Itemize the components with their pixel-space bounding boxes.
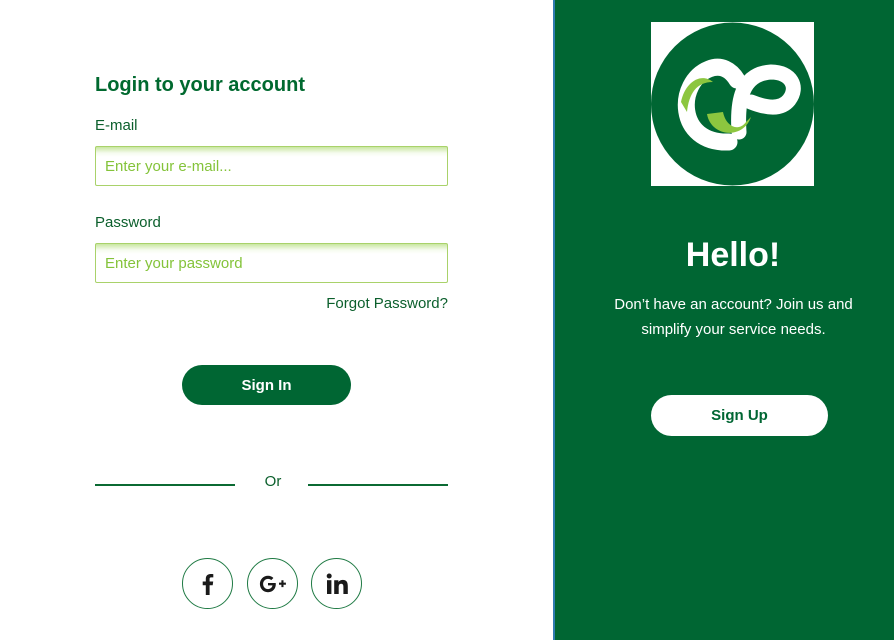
google-plus-login-button[interactable]	[247, 558, 298, 609]
or-divider-left	[95, 484, 235, 486]
cp-logo-icon	[651, 22, 814, 186]
email-field[interactable]	[95, 146, 448, 186]
or-divider-text: Or	[264, 473, 282, 490]
logo	[651, 22, 814, 186]
email-label: E-mail	[95, 117, 138, 134]
facebook-login-button[interactable]	[182, 558, 233, 609]
linkedin-login-button[interactable]	[311, 558, 362, 609]
facebook-icon	[202, 573, 213, 595]
password-field[interactable]	[95, 243, 448, 283]
linkedin-icon	[326, 573, 348, 594]
forgot-password-link[interactable]: Forgot Password?	[300, 295, 448, 312]
sign-in-button[interactable]: Sign In	[182, 365, 351, 405]
login-panel: Login to your account E-mail Password Fo…	[0, 0, 553, 640]
google-plus-icon	[259, 575, 286, 592]
promo-title: Hello!	[685, 236, 781, 274]
or-divider-right	[308, 484, 448, 486]
login-title: Login to your account	[95, 74, 305, 96]
password-label: Password	[95, 214, 161, 231]
sign-up-button[interactable]: Sign Up	[651, 395, 828, 436]
promo-message: Don’t have an account? Join us and simpl…	[614, 296, 853, 338]
